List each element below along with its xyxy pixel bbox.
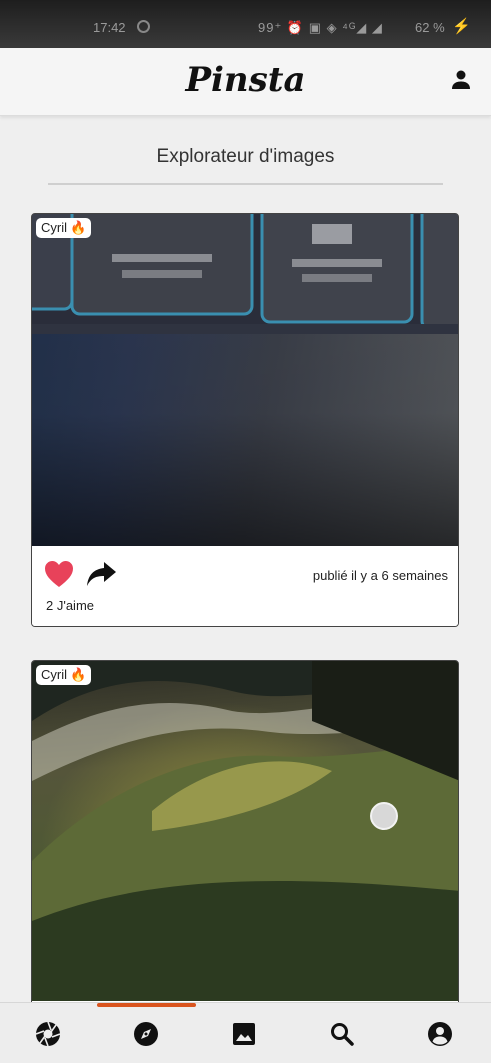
feed-icon[interactable]: [34, 1020, 62, 1048]
likes-count: 2 J'aime: [46, 598, 95, 613]
battery-level: 62 %: [415, 20, 445, 35]
image-content: [32, 661, 458, 1001]
post-image[interactable]: Cyril 🔥: [32, 661, 458, 1001]
heart-icon[interactable]: [44, 560, 74, 588]
charging-icon: ⚡: [452, 18, 471, 35]
active-tab-indicator: [97, 1003, 196, 1007]
post-image[interactable]: Cyril 🔥: [32, 214, 458, 546]
post-footer: publié il y a 6 semaines 2 J'aime: [32, 546, 458, 626]
title-divider: [48, 183, 443, 185]
page-title: Explorateur d'images: [156, 146, 335, 167]
author-name: Cyril: [41, 220, 67, 235]
share-icon[interactable]: [85, 560, 117, 588]
status-icons: 99⁺ ⏰ ▣ ◈ ⁴ᴳ◢ ◢: [258, 20, 383, 35]
search-icon[interactable]: [328, 1020, 356, 1048]
flame-icon: 🔥: [70, 667, 87, 682]
flame-icon: 🔥: [70, 220, 87, 235]
app-logo: Pinsta: [185, 60, 306, 100]
status-bar: 17:42 99⁺ ⏰ ▣ ◈ ⁴ᴳ◢ ◢ 62 % ⚡: [0, 0, 491, 48]
profile-icon[interactable]: [449, 68, 473, 92]
author-badge[interactable]: Cyril 🔥: [36, 665, 92, 685]
post-date: publié il y a 6 semaines: [312, 568, 448, 583]
gallery-icon[interactable]: [230, 1020, 258, 1048]
post-card: Cyril 🔥 publié il y a 6 semaines 2 J'aime: [31, 213, 459, 627]
record-icon: [137, 20, 150, 33]
app-screen: Pinsta Explorateur d'images Cyril 🔥 publ…: [0, 48, 491, 1063]
explore-icon[interactable]: [132, 1020, 160, 1048]
account-icon[interactable]: [426, 1020, 454, 1048]
app-header: Pinsta: [0, 48, 491, 116]
author-name: Cyril: [41, 667, 67, 682]
image-content: [32, 214, 458, 334]
author-badge[interactable]: Cyril 🔥: [36, 218, 92, 238]
bottom-navigation: [0, 1002, 491, 1063]
status-time: 17:42: [93, 20, 126, 35]
